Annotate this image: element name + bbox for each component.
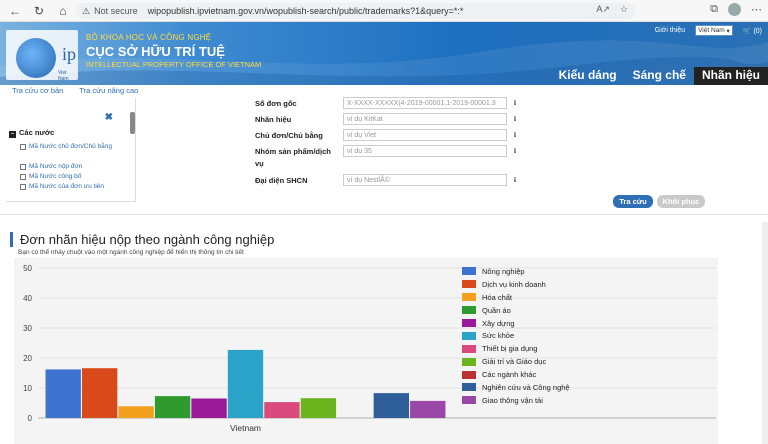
- y-tick-label: 10: [23, 384, 32, 393]
- chart-legend: Nông nghiệp Dịch vụ kinh doanh Hóa chất Quầ…: [462, 265, 570, 407]
- y-tick-label: 30: [23, 324, 32, 333]
- legend-swatch: [462, 357, 476, 366]
- legend-swatch: [462, 331, 476, 340]
- bar[interactable]: [82, 368, 118, 418]
- page-scrollbar[interactable]: [762, 222, 768, 444]
- y-tick-label: 50: [23, 264, 32, 273]
- legend-swatch: [462, 370, 476, 379]
- legend-label: Các ngành khác: [482, 370, 537, 380]
- legend-swatch: [462, 280, 476, 289]
- bar-chart: 0 10 20 30 40 50 Vietnam: [23, 264, 716, 433]
- y-tick-label: 0: [28, 414, 33, 423]
- y-tick-label: 20: [23, 354, 32, 363]
- legend-item[interactable]: Dịch vụ kinh doanh: [462, 278, 570, 291]
- legend-label: Xây dựng: [482, 318, 515, 328]
- legend-item[interactable]: Nông nghiệp: [462, 265, 570, 278]
- legend-swatch: [462, 344, 476, 353]
- legend-label: Giải trí và Giáo dục: [482, 357, 547, 367]
- legend-swatch: [462, 306, 476, 315]
- bar[interactable]: [191, 398, 227, 419]
- legend-label: Thiết bị gia dụng: [482, 344, 538, 354]
- legend-item[interactable]: Giải trí và Giáo dục: [462, 355, 570, 368]
- legend-item[interactable]: Thiết bị gia dụng: [462, 342, 570, 355]
- legend-item[interactable]: Nghiên cứu và Công nghệ: [462, 381, 570, 394]
- legend-item[interactable]: Các ngành khác: [462, 368, 570, 381]
- legend-item[interactable]: Giao thông vận tải: [462, 394, 570, 407]
- legend-swatch: [462, 267, 476, 276]
- legend-label: Dịch vụ kinh doanh: [482, 279, 546, 289]
- legend-label: Nghiên cứu và Công nghệ: [482, 382, 570, 392]
- legend-label: Giao thông vận tải: [482, 395, 543, 405]
- bar[interactable]: [300, 398, 337, 418]
- bar[interactable]: [410, 400, 446, 418]
- legend-swatch: [462, 319, 476, 327]
- legend-swatch: [462, 396, 476, 405]
- bar[interactable]: [118, 406, 154, 418]
- y-tick-label: 40: [23, 294, 32, 303]
- legend-item[interactable]: Xây dựng: [462, 317, 570, 330]
- bar[interactable]: [264, 402, 300, 418]
- legend-label: Quần áo: [482, 305, 511, 315]
- legend-item[interactable]: Hóa chất: [462, 291, 570, 304]
- legend-label: Sức khỏe: [482, 331, 515, 341]
- bar[interactable]: [154, 396, 191, 418]
- legend-label: Hóa chất: [482, 292, 513, 302]
- bar[interactable]: [227, 349, 264, 418]
- legend-swatch: [462, 293, 476, 302]
- legend-item[interactable]: Quần áo: [462, 304, 570, 317]
- bar[interactable]: [373, 393, 409, 418]
- x-category-label: Vietnam: [230, 423, 261, 433]
- bar[interactable]: [45, 369, 81, 418]
- legend-swatch: [462, 383, 476, 392]
- legend-label: Nông nghiệp: [482, 266, 525, 276]
- legend-item[interactable]: Sức khỏe: [462, 329, 570, 342]
